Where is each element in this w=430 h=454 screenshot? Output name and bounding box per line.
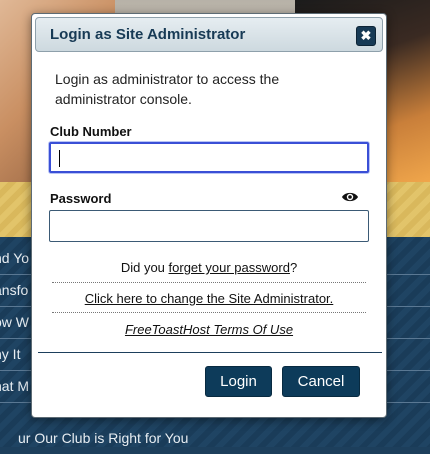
cancel-button[interactable]: Cancel [282, 366, 360, 397]
change-admin-row: Click here to change the Site Administra… [32, 291, 386, 306]
eye-icon[interactable] [341, 190, 359, 204]
text-cursor [59, 150, 60, 167]
footer-divider [38, 352, 382, 353]
login-button[interactable]: Login [205, 366, 272, 397]
forgot-password-link[interactable]: forget your password [169, 260, 290, 275]
change-admin-link[interactable]: Click here to change the Site Administra… [85, 291, 334, 306]
forgot-password-row: Did you forget your password? [120, 260, 298, 275]
password-label: Password [50, 191, 112, 206]
password-input[interactable] [49, 210, 369, 242]
club-number-input[interactable] [49, 142, 369, 173]
dialog-title: Login as Site Administrator [50, 26, 246, 43]
club-number-label: Club Number [50, 124, 132, 139]
background-nav-item[interactable]: ur Our Club is Right for You [0, 423, 430, 454]
dotted-divider [52, 312, 366, 313]
close-icon[interactable]: ✖ [356, 26, 376, 46]
terms-of-use-link[interactable]: FreeToastHost Terms Of Use [125, 322, 293, 337]
dotted-divider [52, 282, 366, 283]
login-dialog: Login as Site Administrator ✖ Login as a… [31, 13, 387, 418]
terms-row: FreeToastHost Terms Of Use [32, 322, 386, 337]
dialog-titlebar: Login as Site Administrator ✖ [35, 17, 383, 52]
dialog-intro-text: Login as administrator to access the adm… [55, 71, 280, 107]
